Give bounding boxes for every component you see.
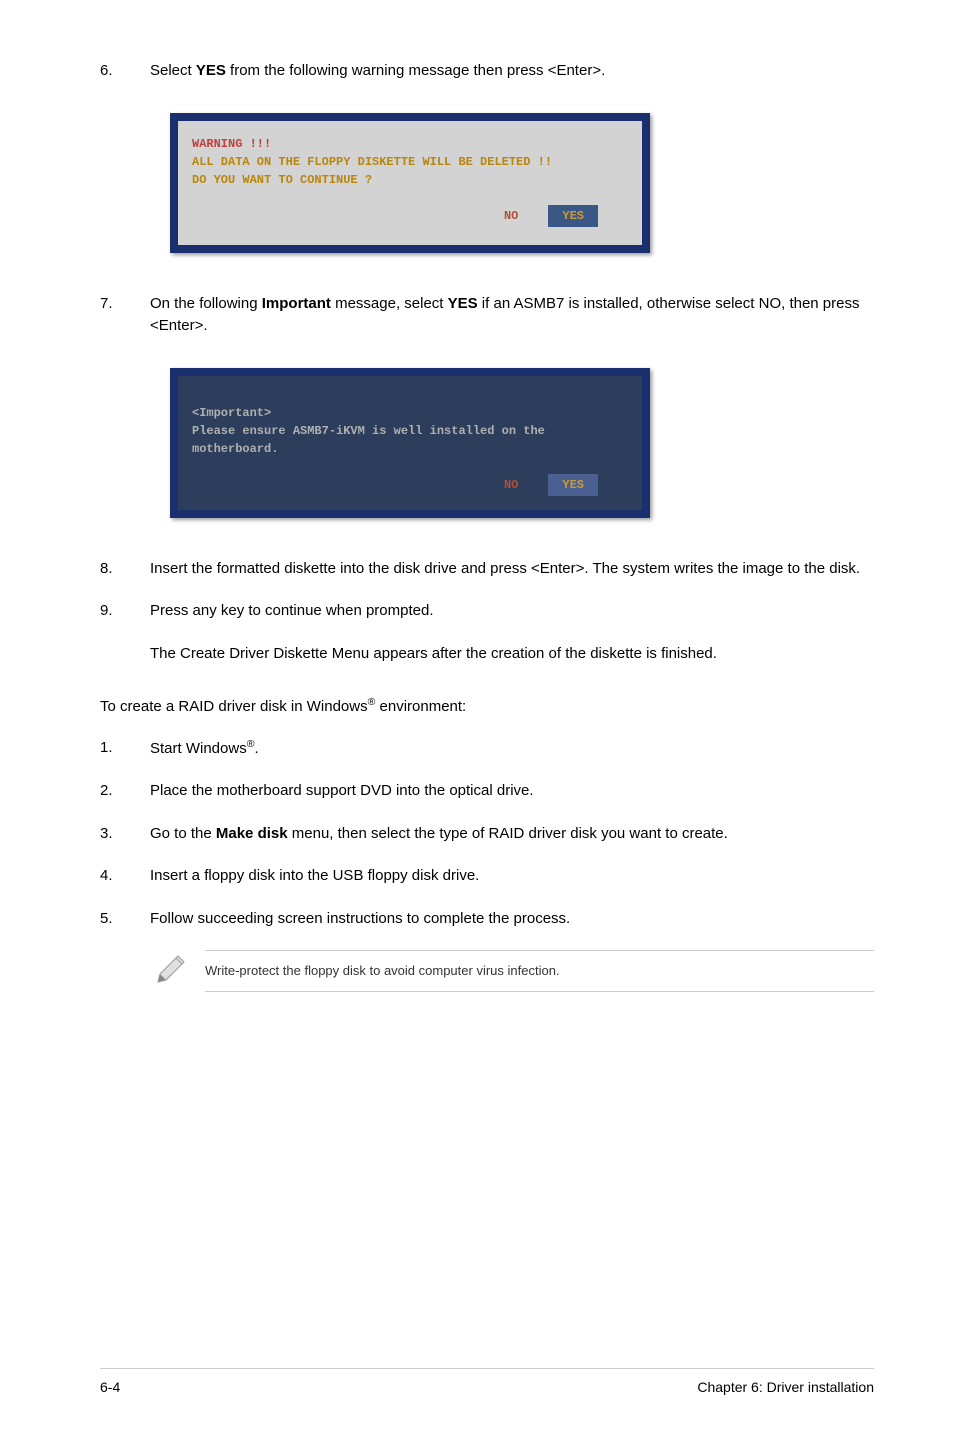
step-7-text-2: message, select [331,295,448,312]
warning-line-1: ALL DATA ON THE FLOPPY DISKETTE WILL BE … [192,153,628,171]
s2-step-5: 5. Follow succeeding screen instructions… [100,908,874,931]
step-9-number: 9. [100,600,150,623]
s2-step-5-text: Follow succeeding screen instructions to… [150,908,874,931]
step-7-important: Important [262,295,331,312]
step-6-text-2: from the following warning message then … [226,62,605,79]
step-6-text-1: Select [150,62,196,79]
section-2-intro-before: To create a RAID driver disk in Windows [100,698,368,715]
s2-step-2-text: Place the motherboard support DVD into t… [150,780,874,803]
footer-left: 6-4 [100,1377,120,1398]
s2-step-4-text: Insert a floppy disk into the USB floppy… [150,865,874,888]
important-dialog: <Important> Please ensure ASMB7-iKVM is … [170,368,650,518]
footer-right: Chapter 6: Driver installation [697,1377,874,1398]
important-dialog-content: <Important> Please ensure ASMB7-iKVM is … [178,376,642,510]
important-line-1: <Important> [192,404,628,422]
step-7-number: 7. [100,293,150,338]
s2-step-1-number: 1. [100,737,150,761]
warning-buttons: NO YES [192,205,628,227]
s2-step-1-before: Start Windows [150,740,247,757]
warning-dialog-content: WARNING !!! ALL DATA ON THE FLOPPY DISKE… [178,121,642,245]
step-7: 7. On the following Important message, s… [100,293,874,338]
important-buttons: NO YES [192,474,628,496]
s2-step-3-before: Go to the [150,825,216,842]
step-6-yes: YES [196,62,226,79]
step-7-text-1: On the following [150,295,262,312]
s2-step-1-text: Start Windows®. [150,737,874,761]
important-yes-button[interactable]: YES [548,474,598,496]
s2-step-1-after: . [254,740,258,757]
step-6-text: Select YES from the following warning me… [150,60,874,83]
s2-step-3-bold: Make disk [216,825,288,842]
s2-step-4: 4. Insert a floppy disk into the USB flo… [100,865,874,888]
s2-step-2: 2. Place the motherboard support DVD int… [100,780,874,803]
s2-step-3-number: 3. [100,823,150,846]
step-9-text: Press any key to continue when prompted. [150,600,874,623]
step-9: 9. Press any key to continue when prompt… [100,600,874,623]
step-6-number: 6. [100,60,150,83]
section-2-intro-after: environment: [375,698,466,715]
warning-line-2: DO YOU WANT TO CONTINUE ? [192,171,628,189]
warning-dialog: WARNING !!! ALL DATA ON THE FLOPPY DISKE… [170,113,650,253]
s2-step-3-after: menu, then select the type of RAID drive… [288,825,728,842]
important-line-3: motherboard. [192,440,628,458]
s2-step-1: 1. Start Windows®. [100,737,874,761]
pencil-icon [150,950,190,990]
section-2-intro: To create a RAID driver disk in Windows®… [100,695,874,719]
warning-no-button[interactable]: NO [504,207,518,225]
s2-step-3: 3. Go to the Make disk menu, then select… [100,823,874,846]
important-line-2: Please ensure ASMB7-iKVM is well install… [192,422,628,440]
s2-step-3-text: Go to the Make disk menu, then select th… [150,823,874,846]
s2-step-5-number: 5. [100,908,150,931]
page-footer: 6-4 Chapter 6: Driver installation [100,1368,874,1398]
warning-yes-button[interactable]: YES [548,205,598,227]
important-no-button[interactable]: NO [504,476,518,494]
step-6: 6. Select YES from the following warning… [100,60,874,83]
step-7-yes: YES [448,295,478,312]
warning-title: WARNING !!! [192,135,628,153]
step-9-subtext: The Create Driver Diskette Menu appears … [150,643,874,666]
s2-step-2-number: 2. [100,780,150,803]
note-text: Write-protect the floppy disk to avoid c… [205,950,874,992]
note-box: Write-protect the floppy disk to avoid c… [150,950,874,992]
s2-step-4-number: 4. [100,865,150,888]
step-8: 8. Insert the formatted diskette into th… [100,558,874,581]
step-8-number: 8. [100,558,150,581]
step-8-text: Insert the formatted diskette into the d… [150,558,874,581]
step-7-text: On the following Important message, sele… [150,293,874,338]
